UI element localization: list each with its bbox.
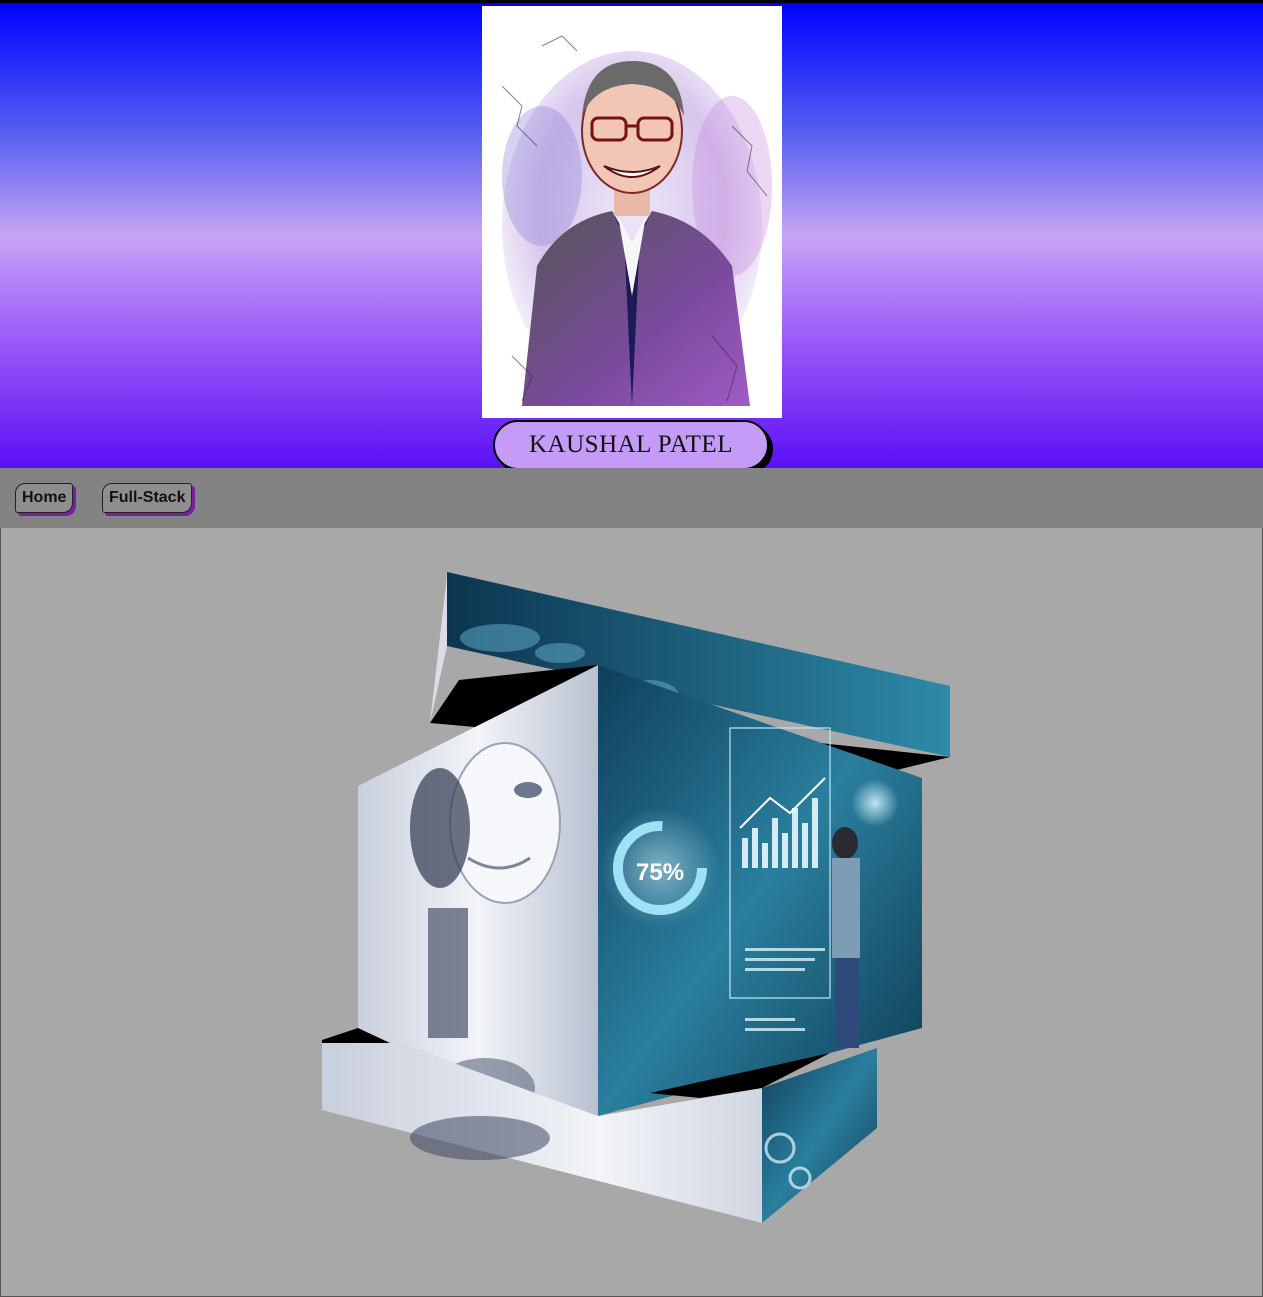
nav-bar: Home Full-Stack xyxy=(0,468,1263,528)
cube-percent-label: 75% xyxy=(636,859,684,886)
rotating-cube[interactable]: 75% xyxy=(0,528,1263,1297)
portrait-image xyxy=(482,6,782,418)
nav-home-button[interactable]: Home xyxy=(15,483,74,513)
name-badge: KAUSHAL PATEL xyxy=(493,420,769,470)
header: KAUSHAL PATEL xyxy=(0,0,1263,470)
nav-full-stack-button[interactable]: Full-Stack xyxy=(102,483,193,513)
cube-stage: 75% xyxy=(0,528,1263,1297)
